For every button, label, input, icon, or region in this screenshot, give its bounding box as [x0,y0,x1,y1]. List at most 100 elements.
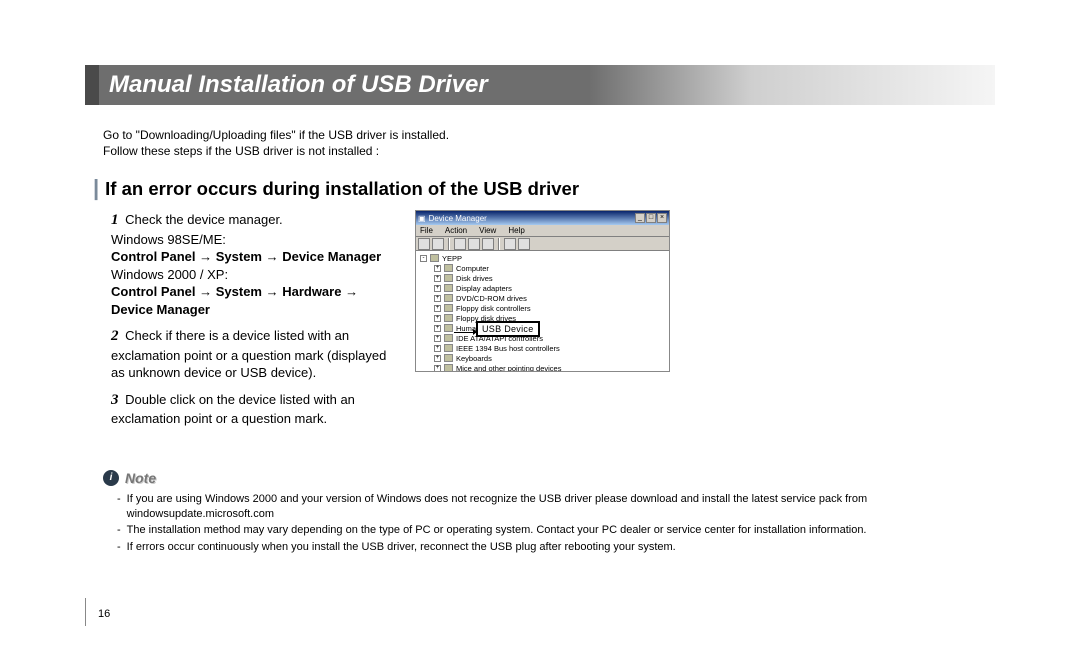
menu-action[interactable]: Action [445,226,467,235]
device-node-icon [430,254,439,262]
usb-device-callout: USB Device [476,321,540,337]
expand-icon[interactable]: + [434,285,441,292]
page-number: 16 [98,608,110,620]
device-node-icon [444,334,453,342]
section-marker: | [93,177,99,199]
toolbar-sep [498,238,500,250]
device-node-icon [444,294,453,302]
expand-icon[interactable]: + [434,295,441,302]
device-node-icon [444,284,453,292]
step-1-num: 1 [111,212,119,228]
toolbar-button[interactable] [504,238,516,250]
expand-icon[interactable]: + [434,315,441,322]
step-2: 2 Check if there is a device listed with… [111,326,391,381]
step-2-num: 2 [111,328,119,344]
bullet-dash: - [117,540,121,555]
section-header: | If an error occurs during installation… [93,177,995,200]
expand-icon[interactable]: + [434,275,441,282]
expand-icon[interactable]: + [434,355,441,362]
dm-titlebar: ▣ Device Manager _ □ × [416,211,669,225]
maximize-icon[interactable]: □ [646,213,656,223]
note-icon: i [103,470,119,486]
toolbar-button[interactable] [418,238,430,250]
device-node-icon [444,304,453,312]
bullet-dash: - [117,523,121,538]
title-accent [85,65,99,105]
tree-row[interactable]: + DVD/CD-ROM drives [420,293,665,303]
toolbar-sep [448,238,450,250]
device-node-icon [444,344,453,352]
menu-help[interactable]: Help [508,226,524,235]
device-node-icon [444,324,453,332]
toolbar-button[interactable] [482,238,494,250]
step-1-text: Check the device manager. [125,212,283,227]
device-node-icon [444,314,453,322]
step-3: 3 Double click on the device listed with… [111,390,391,428]
title-fade [589,65,995,105]
step-3-num: 3 [111,392,119,408]
expand-icon[interactable]: - [420,255,427,262]
note-list: -If you are using Windows 2000 and your … [117,492,995,556]
note-header: i Note [103,470,995,486]
menu-file[interactable]: File [420,226,433,235]
tree-label: Mice and other pointing devices [456,364,561,372]
tree-row[interactable]: + Mice and other pointing devices [420,363,665,371]
page-title: Manual Installation of USB Driver [99,65,589,105]
close-icon[interactable]: × [657,213,667,223]
menu-view[interactable]: View [479,226,496,235]
expand-icon[interactable]: + [434,335,441,342]
toolbar-button[interactable] [518,238,530,250]
note-text: If you are using Windows 2000 and your v… [127,492,995,523]
tree-row[interactable]: +IEEE 1394 Bus host controllers [420,343,665,353]
tree-row[interactable]: +IDE ATA/ATAPI controllers [420,333,665,343]
tree-label: Floppy disk controllers [456,304,531,313]
dm-title-text: Device Manager [429,214,487,223]
tree-label: Disk drives [456,274,493,283]
expand-icon[interactable]: + [434,325,441,332]
note-text: The installation method may vary dependi… [127,523,867,538]
dm-title-icon: ▣ [418,214,426,223]
dm-menubar: File Action View Help [416,225,669,237]
expand-icon[interactable]: + [434,305,441,312]
intro-line1: Go to "Downloading/Uploading files" if t… [103,127,995,143]
tree-label: YEPP [442,254,462,263]
device-node-icon [444,264,453,272]
tree-label: Computer [456,264,489,273]
toolbar-button[interactable] [454,238,466,250]
tree-label: Keyboards [456,354,492,363]
tree-row[interactable]: +Floppy disk drives [420,313,665,323]
note-item: -If errors occur continuously when you i… [117,540,995,555]
dm-tree[interactable]: -YEPP+Computer+Disk drives+Display adapt… [416,251,669,371]
note-text: If errors occur continuously when you in… [127,540,676,555]
step-3-text: Double click on the device listed with a… [111,392,355,426]
device-manager-window: ▣ Device Manager _ □ × File Action View … [415,210,670,372]
intro-block: Go to "Downloading/Uploading files" if t… [103,127,995,159]
tree-row[interactable]: + Computer [420,263,665,273]
expand-icon[interactable]: + [434,365,441,372]
tree-label: DVD/CD-ROM drives [456,294,527,303]
note-label: Note [125,470,156,486]
step-1: 1 Check the device manager. Windows 98SE… [111,210,391,318]
toolbar-button[interactable] [432,238,444,250]
section: | If an error occurs during installation… [93,177,995,435]
tree-row[interactable]: + Keyboards [420,353,665,363]
device-node-icon [444,354,453,362]
device-node-icon [444,364,453,371]
dm-toolbar [416,237,669,251]
expand-icon[interactable]: + [434,265,441,272]
tree-row[interactable]: + Floppy disk controllers [420,303,665,313]
section-title: If an error occurs during installation o… [105,178,579,200]
tree-row[interactable]: + Disk drives [420,273,665,283]
minimize-icon[interactable]: _ [635,213,645,223]
toolbar-button[interactable] [468,238,480,250]
bullet-dash: - [117,492,121,523]
note-item: -The installation method may vary depend… [117,523,995,538]
step-1-path2a: Control Panel → System → Hardware → [111,284,358,299]
step-1-os1: Windows 98SE/ME: [111,232,226,247]
expand-icon[interactable]: + [434,345,441,352]
title-bar: Manual Installation of USB Driver [85,65,995,105]
device-node-icon [444,274,453,282]
tree-row[interactable]: +Display adapters [420,283,665,293]
side-line [85,598,86,626]
tree-row[interactable]: - YEPP [420,253,665,263]
